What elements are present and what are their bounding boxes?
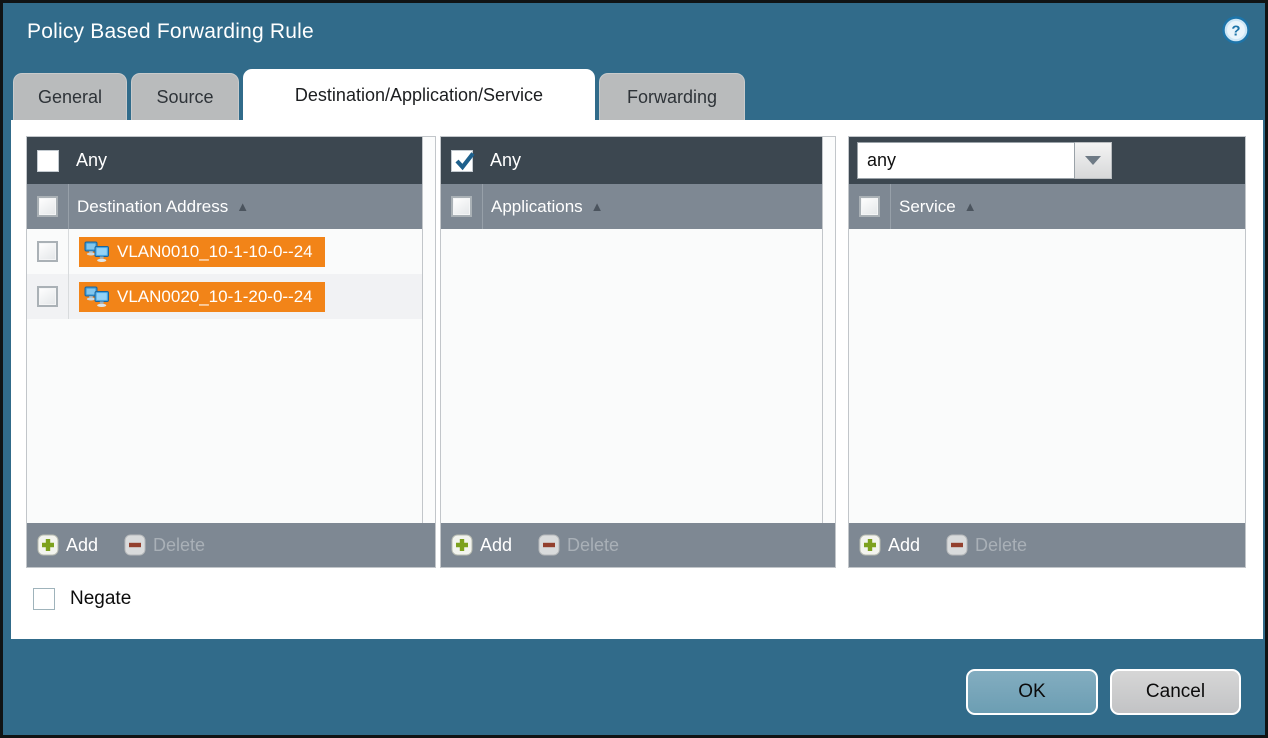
negate-row: Negate (33, 588, 131, 610)
sort-ascending-icon: ▲ (591, 199, 604, 214)
chevron-down-icon (1085, 156, 1101, 165)
destination-row-vlan0020[interactable]: VLAN0020_10-1-20-0--24 (27, 274, 422, 319)
destination-add-button[interactable]: Add (37, 534, 98, 556)
applications-toolbar: Add Delete (440, 523, 836, 568)
service-list (849, 229, 1245, 523)
service-section: any Service ▲ (848, 136, 1246, 568)
address-object-label: VLAN0020_10-1-20-0--24 (117, 287, 313, 307)
tab-general[interactable]: General (13, 73, 127, 120)
dialog-title: Policy Based Forwarding Rule (27, 20, 314, 44)
destination-any-label: Any (76, 150, 107, 171)
address-object-chip[interactable]: VLAN0010_10-1-10-0--24 (79, 237, 325, 267)
applications-section: Any Applications ▲ A (440, 136, 836, 568)
destination-any-checkbox[interactable] (37, 150, 59, 172)
minus-icon (124, 534, 146, 556)
help-icon[interactable]: ? (1222, 16, 1250, 44)
cancel-button[interactable]: Cancel (1110, 669, 1241, 715)
service-column-header[interactable]: Service ▲ (849, 184, 1245, 229)
applications-list (441, 229, 822, 523)
destination-select-all-checkbox[interactable] (37, 196, 58, 217)
destination-row-checkbox[interactable] (37, 286, 58, 307)
network-computers-icon (84, 241, 110, 263)
minus-icon (946, 534, 968, 556)
destination-address-list: VLAN0010_10-1-10-0--24 (27, 229, 422, 523)
sort-ascending-icon: ▲ (236, 199, 249, 214)
plus-icon (859, 534, 881, 556)
applications-any-checkbox[interactable] (451, 150, 473, 172)
destination-any-bar: Any (27, 137, 422, 184)
applications-add-button[interactable]: Add (451, 534, 512, 556)
destination-row-vlan0010[interactable]: VLAN0010_10-1-10-0--24 (27, 229, 422, 274)
service-toolbar: Add Delete (848, 523, 1246, 568)
applications-any-label: Any (490, 150, 521, 171)
service-delete-button[interactable]: Delete (946, 534, 1027, 556)
minus-icon (538, 534, 560, 556)
service-add-button[interactable]: Add (859, 534, 920, 556)
svg-text:?: ? (1231, 23, 1240, 40)
destination-scrollbar-track[interactable] (422, 137, 435, 523)
tab-content-panel: Any Destination Address ▲ (11, 120, 1263, 639)
negate-label: Negate (70, 588, 131, 610)
applications-any-bar: Any (441, 137, 822, 184)
destination-row-checkbox[interactable] (37, 241, 58, 262)
service-dropdown[interactable]: any (857, 142, 1112, 179)
sort-ascending-icon: ▲ (964, 199, 977, 214)
applications-select-all-checkbox[interactable] (451, 196, 472, 217)
applications-header-label: Applications (491, 197, 583, 217)
service-dropdown-bar: any (849, 137, 1245, 184)
destination-delete-button[interactable]: Delete (124, 534, 205, 556)
network-computers-icon (84, 286, 110, 308)
tab-source[interactable]: Source (131, 73, 239, 120)
tab-forwarding[interactable]: Forwarding (599, 73, 745, 120)
policy-based-forwarding-dialog: Policy Based Forwarding Rule ? General S… (0, 0, 1268, 738)
destination-toolbar: Add Delete (26, 523, 436, 568)
destination-address-column-header[interactable]: Destination Address ▲ (27, 184, 422, 229)
service-header-label: Service (899, 197, 956, 217)
applications-delete-button[interactable]: Delete (538, 534, 619, 556)
address-object-chip[interactable]: VLAN0020_10-1-20-0--24 (79, 282, 325, 312)
destination-address-section: Any Destination Address ▲ (26, 136, 436, 568)
negate-checkbox[interactable] (33, 588, 55, 610)
destination-address-header-label: Destination Address (77, 197, 228, 217)
plus-icon (37, 534, 59, 556)
checkmark-icon (453, 149, 477, 173)
service-dropdown-button[interactable] (1075, 142, 1112, 179)
tab-bar: General Source Destination/Application/S… (13, 69, 745, 120)
service-select-all-checkbox[interactable] (859, 196, 880, 217)
address-object-label: VLAN0010_10-1-10-0--24 (117, 242, 313, 262)
applications-column-header[interactable]: Applications ▲ (441, 184, 822, 229)
ok-button[interactable]: OK (966, 669, 1098, 715)
service-dropdown-value[interactable]: any (857, 142, 1075, 179)
plus-icon (451, 534, 473, 556)
tab-destination-application-service[interactable]: Destination/Application/Service (243, 69, 595, 120)
applications-scrollbar-track[interactable] (822, 137, 835, 523)
